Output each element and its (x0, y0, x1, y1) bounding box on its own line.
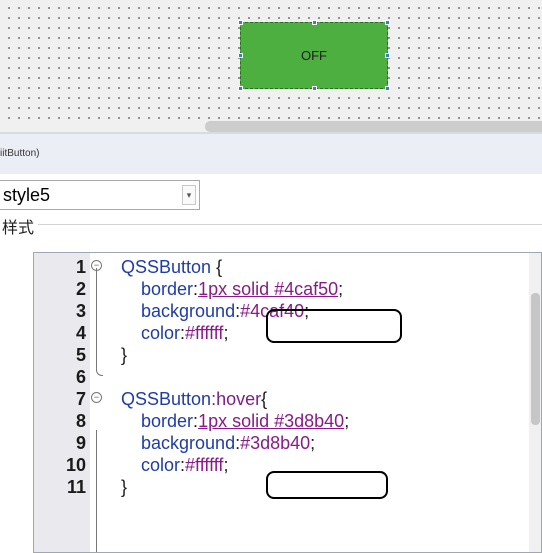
code-token: #ffffff (185, 455, 224, 475)
code-token: ; (223, 323, 229, 343)
code-token: #3d8b40 (240, 433, 311, 453)
highlight-box-hover-background (266, 471, 388, 499)
code-text: border:1px solid #3d8b40; (121, 410, 349, 432)
code-text: } (121, 476, 127, 498)
code-text: color:#ffffff; (121, 322, 228, 344)
code-token: { (211, 257, 223, 277)
style-group-title: 样式 (0, 214, 39, 238)
line-number: 9 (75, 433, 86, 453)
code-token: border (121, 279, 194, 299)
off-button[interactable]: OFF (240, 22, 388, 89)
code-token: color (121, 323, 181, 343)
style-combobox[interactable]: style5 ▾ (0, 180, 200, 210)
line-number: 4 (75, 323, 86, 343)
code-token: background (121, 433, 236, 453)
code-line[interactable]: 8 border:1px solid #3d8b40; (34, 410, 541, 432)
editor-vertical-scrollbar[interactable] (529, 253, 541, 552)
line-number: 8 (75, 411, 86, 431)
line-number: 1 (75, 257, 86, 277)
resize-handle-top[interactable] (312, 20, 317, 25)
line-number: 2 (75, 279, 86, 299)
editor-scrollbar-thumb[interactable] (531, 293, 540, 425)
code-token: ; (223, 455, 229, 475)
code-line[interactable]: 6 (34, 366, 541, 388)
code-text: background:#3d8b40; (121, 432, 315, 454)
resize-handle-bottom-left[interactable] (238, 86, 243, 91)
code-text: QSSButton { (121, 256, 222, 278)
fold-guide-line (96, 268, 97, 367)
code-token: background (121, 301, 236, 321)
fold-toggle-icon[interactable]: − (91, 392, 102, 403)
code-token: ; (344, 411, 350, 431)
code-token: #ffffff (185, 323, 224, 343)
class-name-label: iitButton) (0, 148, 40, 159)
highlight-box-normal-background (266, 309, 402, 343)
code-token: } (121, 477, 128, 497)
chevron-down-icon[interactable]: ▾ (182, 185, 196, 205)
line-number: 5 (75, 345, 86, 365)
line-number: 11 (66, 477, 86, 497)
code-token: 1px solid #3d8b40 (198, 411, 345, 431)
line-number: 6 (75, 367, 86, 387)
code-token: QSSButton (121, 389, 212, 409)
line-number: 7 (75, 389, 86, 409)
code-text: color:#ffffff; (121, 454, 228, 476)
designer-canvas[interactable]: OFF (0, 0, 542, 132)
resize-handle-top-left[interactable] (238, 20, 243, 25)
code-token: } (121, 345, 128, 365)
code-token: :hover (211, 389, 262, 409)
line-number: 10 (65, 455, 86, 475)
qss-code-editor[interactable]: 1− QSSButton {2 border:1px solid #4caf50;… (33, 252, 542, 553)
resize-handle-top-right[interactable] (385, 20, 390, 25)
code-line[interactable]: 1− QSSButton { (34, 256, 541, 278)
resize-handle-bottom-right[interactable] (385, 86, 390, 91)
code-token: color (121, 455, 181, 475)
canvas-scrollbar-thumb[interactable] (205, 121, 542, 132)
code-line[interactable]: 2 border:1px solid #4caf50; (34, 278, 541, 300)
code-token: border (121, 411, 194, 431)
off-button-label: OFF (301, 48, 327, 63)
style-group-border (0, 224, 542, 225)
resize-handle-bottom[interactable] (312, 86, 317, 91)
style-combobox-value: style5 (3, 185, 51, 205)
code-token: ; (338, 279, 344, 299)
code-token: { (261, 389, 268, 409)
code-text: QSSButton:hover{ (121, 388, 267, 410)
line-number: 3 (75, 301, 86, 321)
code-line[interactable]: 5} (34, 344, 541, 366)
code-token: ; (310, 433, 316, 453)
code-token: QSSButton (121, 257, 212, 277)
code-line[interactable]: 7− QSSButton:hover{ (34, 388, 541, 410)
code-token: 1px solid #4caf50 (198, 279, 339, 299)
resize-handle-left[interactable] (238, 53, 243, 58)
resize-handle-right[interactable] (385, 53, 390, 58)
code-text: border:1px solid #4caf50; (121, 278, 343, 300)
code-line[interactable]: 9 background:#3d8b40; (34, 432, 541, 454)
class-name-strip (0, 134, 542, 174)
code-text: } (121, 344, 127, 366)
fold-guide-line (96, 430, 97, 552)
